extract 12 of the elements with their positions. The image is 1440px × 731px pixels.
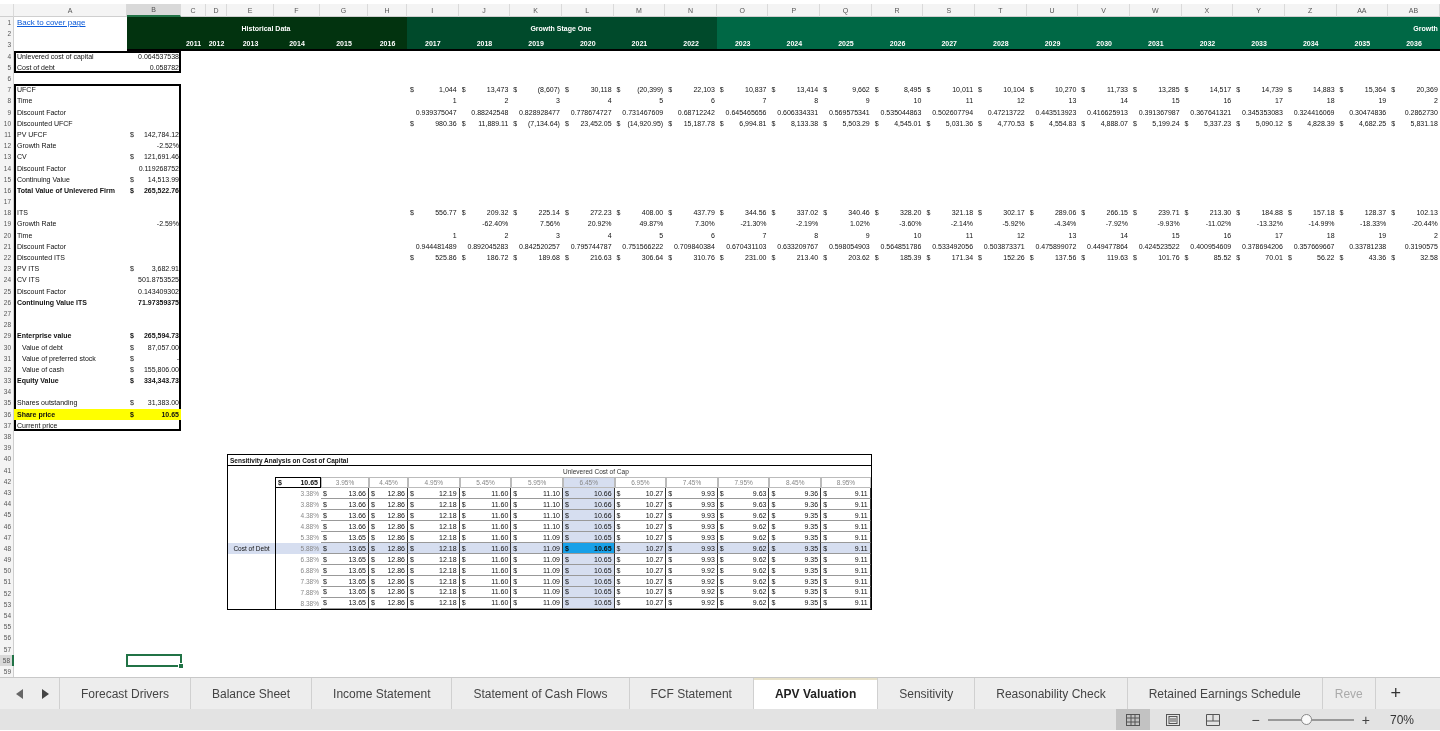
zoom-out-button[interactable]: − xyxy=(1249,712,1262,727)
page-icon xyxy=(1165,713,1180,726)
cover-page-link[interactable]: Back to cover page xyxy=(14,18,127,28)
view-button[interactable] xyxy=(1115,709,1150,731)
slider-thumb[interactable] xyxy=(1301,713,1313,725)
zoom-level: 70% xyxy=(1389,712,1414,727)
add-sheet-button[interactable]: + xyxy=(1375,678,1416,710)
page-break-icon xyxy=(1205,713,1220,726)
selected-cell[interactable] xyxy=(126,653,182,667)
grid-icon xyxy=(1125,713,1140,726)
zoom-in-button[interactable]: + xyxy=(1359,712,1372,727)
sheet-tab[interactable]: APV Valuation xyxy=(753,678,879,710)
